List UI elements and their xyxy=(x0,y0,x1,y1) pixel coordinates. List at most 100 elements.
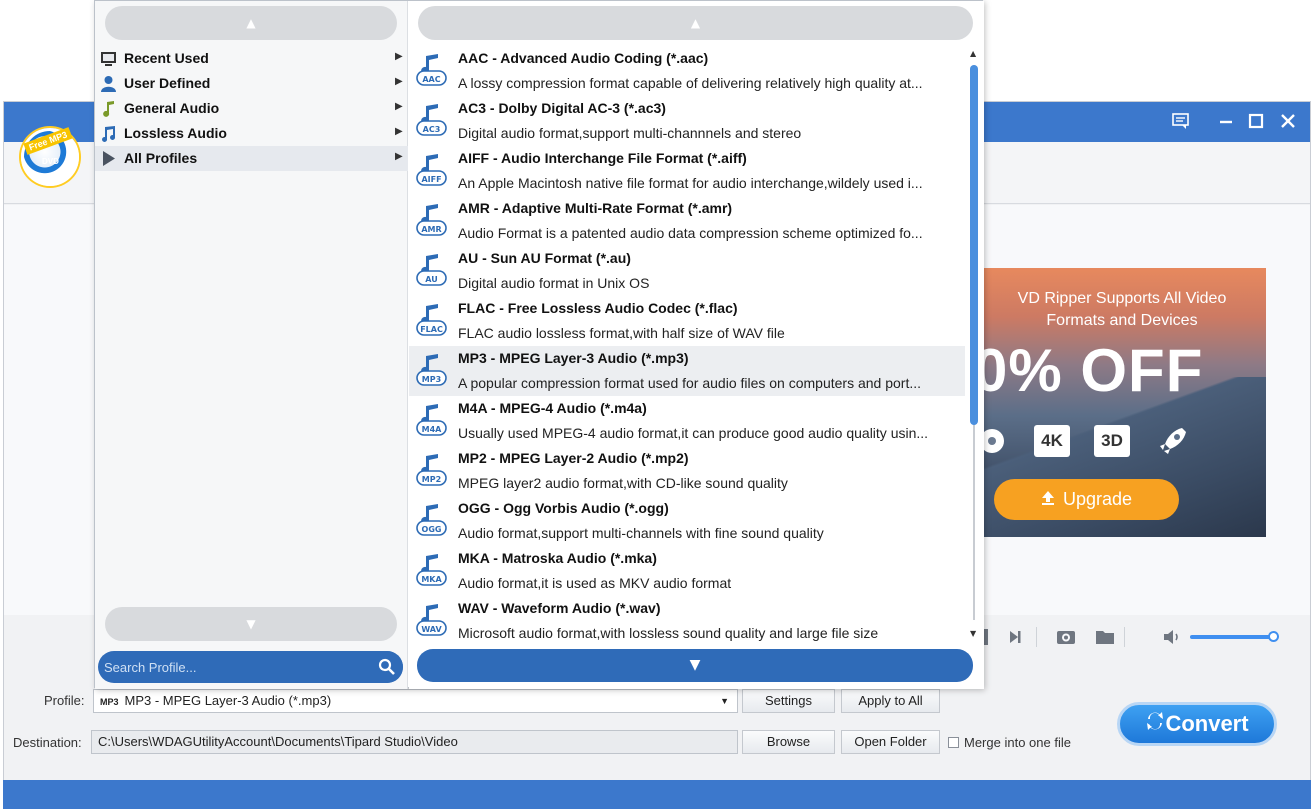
format-scrollbar[interactable]: ▲ ▼ xyxy=(969,49,979,639)
format-item-ac3[interactable]: AC3 AC3 - Dolby Digital AC-3 (*.ac3) Digit… xyxy=(409,96,965,146)
snapshot-icon[interactable] xyxy=(1056,628,1076,650)
merge-checkbox[interactable] xyxy=(948,737,959,748)
maximize-icon[interactable] xyxy=(1245,110,1267,132)
category-recent-used[interactable]: Recent Used ▶ xyxy=(95,46,408,71)
divider xyxy=(1124,627,1125,647)
volume-slider-handle[interactable] xyxy=(1268,631,1279,642)
format-description: MPEG layer2 audio format,with CD-like so… xyxy=(458,475,788,491)
volume-icon[interactable] xyxy=(1163,629,1183,649)
format-description: FLAC audio lossless format,with half siz… xyxy=(458,325,785,341)
audio-format-icon: AAC xyxy=(416,54,448,88)
ad-headline: VD Ripper Supports All Video xyxy=(1017,290,1227,307)
destination-field[interactable]: C:\Users\WDAGUtilityAccount\Documents\Ti… xyxy=(91,730,738,754)
format-item-wav[interactable]: WAV WAV - Waveform Audio (*.wav) Microsoft… xyxy=(409,596,965,646)
format-item-flac[interactable]: FLAC FLAC - Free Lossless Audio Codec (*.… xyxy=(409,296,965,346)
format-scroll-up[interactable]: ▲ xyxy=(418,6,973,40)
close-icon[interactable] xyxy=(1277,110,1299,132)
svg-text:MP3: MP3 xyxy=(422,375,441,384)
play-triangle-icon xyxy=(100,150,117,167)
next-frame-icon[interactable] xyxy=(1008,629,1022,649)
category-lossless-audio[interactable]: Lossless Audio ▶ xyxy=(95,121,408,146)
format-item-m4a[interactable]: M4A M4A - MPEG-4 Audio (*.m4a) Usually use… xyxy=(409,396,965,446)
search-icon[interactable] xyxy=(371,651,403,683)
badge-3d: 3D xyxy=(1094,425,1130,457)
format-item-amr[interactable]: AMR AMR - Adaptive Multi-Rate Format (*.a… xyxy=(409,196,965,246)
format-scroll-down[interactable]: ▼ xyxy=(417,649,973,682)
format-item-au[interactable]: AU AU - Sun AU Format (*.au) Digital audio… xyxy=(409,246,965,296)
folder-icon[interactable] xyxy=(1095,629,1115,649)
volume-slider[interactable] xyxy=(1190,635,1278,639)
svg-text:AAC: AAC xyxy=(422,75,440,84)
browse-button[interactable]: Browse xyxy=(742,730,835,754)
convert-icon xyxy=(1145,706,1165,744)
category-label: Lossless Audio xyxy=(124,125,227,141)
search-input[interactable]: Search Profile... xyxy=(104,660,197,675)
upgrade-ad-banner[interactable]: VD Ripper Supports All Video Formats and… xyxy=(978,268,1266,537)
svg-text:AIFF: AIFF xyxy=(421,175,441,184)
format-item-mp3[interactable]: MP3 MP3 - MPEG Layer-3 Audio (*.mp3) A pop… xyxy=(409,346,965,396)
audio-format-icon: AC3 xyxy=(416,104,448,138)
app-logo: Free MP3 DVD xyxy=(21,127,79,186)
audio-format-icon: WAV xyxy=(416,604,448,638)
svg-text:AMR: AMR xyxy=(421,225,441,234)
svg-text:OGG: OGG xyxy=(422,525,442,534)
category-general-audio[interactable]: General Audio ▶ xyxy=(95,96,408,121)
audio-format-icon: MP3 xyxy=(416,354,448,388)
audio-format-icon: M4A xyxy=(416,404,448,438)
scroll-up-arrow-icon[interactable]: ▲ xyxy=(970,49,976,58)
upgrade-label: Upgrade xyxy=(1062,489,1133,509)
format-title: AU - Sun AU Format (*.au) xyxy=(458,250,631,266)
format-description: A lossy compression format capable of de… xyxy=(458,75,923,91)
category-user-defined[interactable]: User Defined ▶ xyxy=(95,71,408,96)
format-title: AMR - Adaptive Multi-Rate Format (*.amr) xyxy=(458,200,733,216)
scrollbar-thumb[interactable] xyxy=(970,65,978,425)
format-item-aac[interactable]: AAC AAC - Advanced Audio Coding (*.aac) A … xyxy=(409,46,965,96)
format-description: Audio Format is a patented audio data co… xyxy=(458,225,923,241)
format-title: MP2 - MPEG Layer-2 Audio (*.mp2) xyxy=(458,450,689,466)
badge-4k: 4K xyxy=(1034,425,1070,457)
svg-text:FLAC: FLAC xyxy=(420,325,443,334)
audio-format-icon: OGG xyxy=(416,504,448,538)
scroll-down-arrow-icon[interactable]: ▼ xyxy=(970,629,976,638)
format-item-aiff[interactable]: AIFF AIFF - Audio Interchange File Format… xyxy=(409,146,965,196)
settings-button[interactable]: Settings xyxy=(742,689,835,713)
audio-format-icon: AMR xyxy=(416,204,448,238)
format-title: AAC - Advanced Audio Coding (*.aac) xyxy=(458,50,709,66)
category-panel: ▲ Recent Used ▶ User Defined ▶ General A… xyxy=(95,1,408,689)
chevron-down-icon[interactable]: ▼ xyxy=(720,690,729,712)
music-notes-icon xyxy=(100,125,117,142)
upgrade-button[interactable]: Upgrade xyxy=(994,479,1179,520)
format-item-mp2[interactable]: MP2 MP2 - MPEG Layer-2 Audio (*.mp2) MPEG … xyxy=(409,446,965,496)
logo-sub: DVD xyxy=(42,157,59,166)
category-all-profiles[interactable]: All Profiles ▶ xyxy=(95,146,408,171)
format-title: AIFF - Audio Interchange File Format (*.… xyxy=(458,150,747,166)
status-bar xyxy=(3,780,1311,809)
format-description: Usually used MPEG-4 audio format,it can … xyxy=(458,425,929,441)
category-scroll-down[interactable]: ▼ xyxy=(105,607,397,641)
audio-format-icon: FLAC xyxy=(416,304,448,338)
svg-text:MP2: MP2 xyxy=(422,475,441,484)
chevron-right-icon: ▶ xyxy=(395,51,403,62)
playback-controls xyxy=(978,625,1288,649)
svg-text:MKA: MKA xyxy=(421,575,442,584)
format-item-mka[interactable]: MKA MKA - Matroska Audio (*.mka) Audio for… xyxy=(409,546,965,596)
svg-text:M4A: M4A xyxy=(422,425,443,434)
chevron-right-icon: ▶ xyxy=(395,126,403,137)
feedback-icon[interactable] xyxy=(1170,110,1192,132)
category-label: All Profiles xyxy=(124,150,198,166)
format-description: A popular compression format used for au… xyxy=(458,375,922,391)
profile-select[interactable]: MP3 MP3 - MPEG Layer-3 Audio (*.mp3) ▼ xyxy=(93,689,738,713)
monitor-icon xyxy=(100,50,117,67)
format-title: M4A - MPEG-4 Audio (*.m4a) xyxy=(458,400,647,416)
convert-button[interactable]: Convert xyxy=(1117,702,1277,746)
convert-label: Convert xyxy=(1165,711,1249,736)
format-title: WAV - Waveform Audio (*.wav) xyxy=(458,600,661,616)
apply-to-all-button[interactable]: Apply to All xyxy=(841,689,940,713)
minimize-icon[interactable] xyxy=(1215,110,1237,132)
ad-subheadline: Formats and Devices xyxy=(1046,312,1198,329)
format-item-ogg[interactable]: OGG OGG - Ogg Vorbis Audio (*.ogg) Audio f… xyxy=(409,496,965,546)
search-profile-box[interactable]: Search Profile... xyxy=(98,651,403,683)
open-folder-button[interactable]: Open Folder xyxy=(841,730,940,754)
category-label: User Defined xyxy=(124,75,211,91)
category-scroll-up[interactable]: ▲ xyxy=(105,6,397,40)
